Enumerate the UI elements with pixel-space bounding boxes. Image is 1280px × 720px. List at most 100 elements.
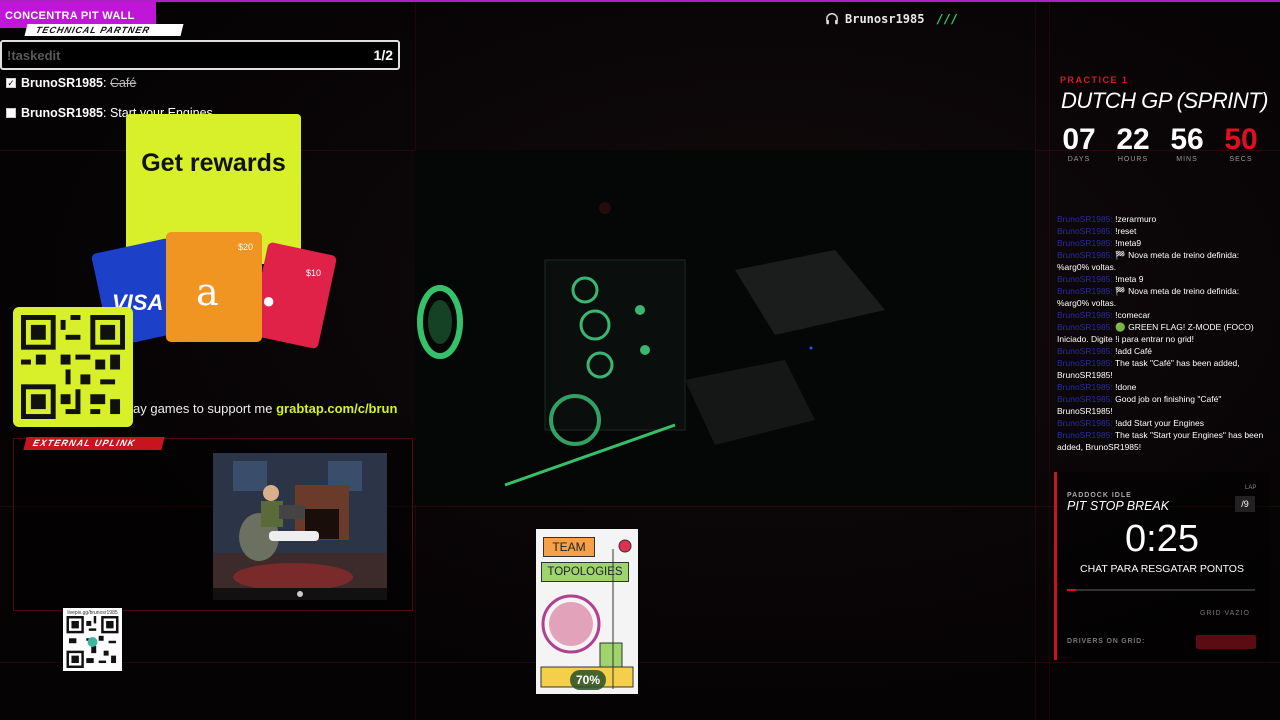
task-input-field[interactable]: !taskedit 1/2 [0, 40, 400, 70]
chat-message: BrunoSR1985: !comecar [1057, 309, 1267, 321]
task-item[interactable]: ✓ BrunoSR1985: Café [6, 76, 136, 90]
chat-username: BrunoSR1985: [1057, 310, 1113, 320]
pit-progress-bar [1067, 589, 1255, 591]
animated-streamer-scene [213, 453, 387, 600]
webcam-feed [415, 150, 1035, 505]
task-input-placeholder: !taskedit [7, 47, 61, 63]
chat-username: BrunoSR1985: [1057, 286, 1113, 296]
apple-logo-icon: ● [262, 288, 276, 313]
countdown-mins: 56 MINS [1166, 123, 1208, 164]
rewards-headline: Get rewards [141, 149, 286, 177]
pit-progress-fill [1067, 589, 1077, 591]
livepix-qr-code-icon[interactable]: livepix.gg/brunosr1985 [63, 608, 122, 671]
pit-status: PADDOCK IDLE [1067, 492, 1132, 499]
lap-label: LAP [1245, 485, 1257, 491]
task-title: Café [109, 76, 137, 90]
chat-text: !done [1115, 382, 1137, 392]
chat-text: !zerarmuro [1115, 214, 1157, 224]
support-link[interactable]: grabtap.com/c/brun [276, 401, 397, 416]
race-title: DUTCH GP (SPRINT) [1061, 88, 1269, 113]
chat-username: BrunoSR1985: [1057, 238, 1113, 248]
pit-timer: 0:25 [1125, 518, 1199, 560]
countdown-days: 07 DAYS [1058, 123, 1100, 164]
task-count: 1/2 [373, 47, 393, 63]
chat-text: !comecar [1115, 310, 1151, 320]
chat-username: BrunoSR1985: [1057, 430, 1113, 440]
chat-text: !add Start your Engines [1115, 418, 1204, 428]
countdown-secs: 50 SECS [1220, 123, 1262, 164]
chat-username: BrunoSR1985: [1057, 382, 1113, 392]
support-text: ay games to support me [133, 401, 273, 416]
countdown-hours: 22 HOURS [1112, 123, 1154, 164]
countdown-unit: MINS [1176, 156, 1198, 163]
chat-message: BrunoSR1985: !meta9 [1057, 237, 1267, 249]
task-user: BrunoSR1985 [21, 106, 103, 120]
chat-log: BrunoSR1985: !zerarmuro BrunoSR1985: !res… [1057, 213, 1267, 453]
chat-message: BrunoSR1985: Good job on finishing "Café… [1057, 393, 1267, 417]
chat-message: BrunoSR1985: !zerarmuro [1057, 213, 1267, 225]
chat-text: !reset [1115, 226, 1137, 236]
task-checkbox-checked[interactable]: ✓ [6, 78, 16, 88]
username-display: Brunosr1985 /// [825, 11, 958, 27]
countdown-value: 22 [1116, 123, 1150, 156]
countdown-unit: HOURS [1117, 156, 1149, 163]
task-user: BrunoSR1985 [21, 76, 103, 90]
grid-line [0, 662, 1280, 663]
pit-title: PIT STOP BREAK [1067, 499, 1170, 513]
grid-line [1049, 0, 1050, 720]
chat-message: BrunoSR1985: !meta 9 [1057, 273, 1267, 285]
task-separator: : [102, 76, 107, 90]
headphones-icon [826, 13, 838, 25]
chat-username: BrunoSR1985: [1057, 358, 1113, 368]
chat-message: BrunoSR1985: The task "Café" has been ad… [1057, 357, 1267, 381]
chat-message: BrunoSR1985: The task "Start your Engine… [1057, 429, 1267, 453]
task-separator: : [102, 106, 107, 120]
username-text: Brunosr1985 [845, 12, 925, 26]
countdown-unit: SECS [1229, 156, 1253, 163]
drivers-label: DRIVERS ON GRID: [1067, 638, 1146, 645]
chat-username: BrunoSR1985: [1057, 274, 1113, 284]
chat-text: !add Café [1115, 346, 1153, 356]
chat-message: BrunoSR1985: !done [1057, 381, 1267, 393]
apple-card-value: $10 [306, 268, 322, 278]
countdown-value: 50 [1224, 123, 1258, 156]
lap-value: /9 [1235, 496, 1255, 512]
countdown-value: 56 [1170, 123, 1204, 156]
session-label: PRACTICE 1 [1060, 75, 1129, 85]
external-uplink-video [213, 453, 387, 600]
pc-case-scene [415, 150, 1035, 505]
amazon-card-value: $20 [238, 242, 254, 252]
countdown-value: 07 [1062, 123, 1096, 156]
chat-message: BrunoSR1985: !reset [1057, 225, 1267, 237]
rewards-qr-code-icon[interactable] [13, 307, 133, 427]
amazon-logo-icon: a [196, 270, 219, 314]
qr-pattern [21, 315, 125, 419]
chat-message: BrunoSR1985: !add Start your Engines [1057, 417, 1267, 429]
pit-subtitle: CHAT PARA RESGATAR PONTOS [1080, 563, 1244, 575]
username-decor: /// [936, 12, 959, 26]
chat-username: BrunoSR1985: [1057, 214, 1113, 224]
chat-message: BrunoSR1985: 🏁 Nova meta de treino defin… [1057, 249, 1267, 273]
drivers-count-pill [1196, 635, 1256, 649]
grid-status: GRID VAZIO [1200, 610, 1250, 617]
task-checkbox[interactable] [6, 108, 16, 118]
chat-text: !meta9 [1115, 238, 1142, 248]
top-accent-bar [0, 0, 1280, 2]
external-uplink-tag: EXTERNAL UPLINK [23, 437, 165, 450]
qr-pattern-small [66, 616, 119, 668]
chat-username: BrunoSR1985: [1057, 346, 1113, 356]
countdown-unit: DAYS [1067, 156, 1091, 163]
reading-progress-badge: 70% [570, 670, 606, 690]
chat-username: BrunoSR1985: [1057, 250, 1113, 260]
chat-username: BrunoSR1985: [1057, 394, 1113, 404]
grid-line [1035, 0, 1036, 720]
chat-message: BrunoSR1985: 🏁 Nova meta de treino defin… [1057, 285, 1267, 309]
technical-partner-tag: TECHNICAL PARTNER [24, 24, 184, 36]
chat-text: !meta 9 [1115, 274, 1144, 284]
chat-message: BrunoSR1985: !add Café [1057, 345, 1267, 357]
chat-message: BrunoSR1985: 🟢 GREEN FLAG! Z-MODE (FOCO)… [1057, 321, 1267, 345]
stream-overlay: CONCENTRA PIT WALL Brunosr1985 /// TECHN… [0, 0, 1280, 720]
support-message: ay games to support me grabtap.com/c/bru… [133, 401, 397, 416]
chat-username: BrunoSR1985: [1057, 322, 1113, 332]
chat-username: BrunoSR1985: [1057, 418, 1113, 428]
